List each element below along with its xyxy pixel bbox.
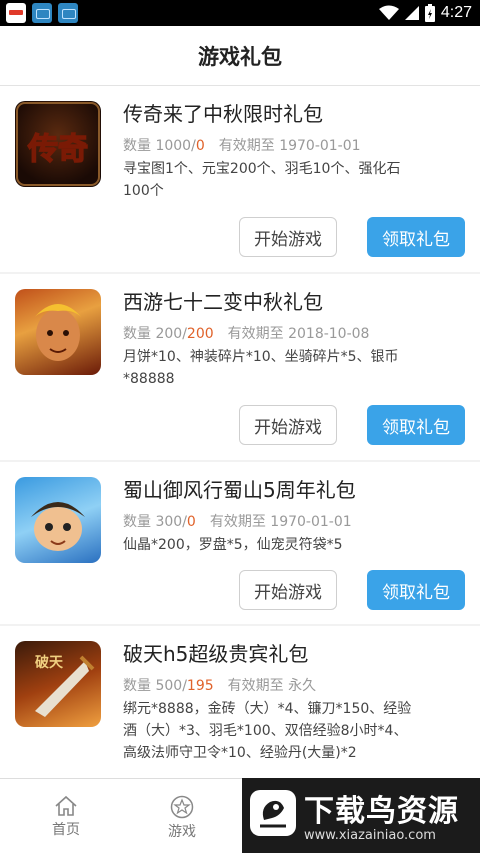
game-icon: 破天 bbox=[15, 641, 101, 727]
claim-gift-button[interactable]: 领取礼包 bbox=[367, 570, 465, 610]
clock: 4:27 bbox=[440, 4, 472, 21]
pack-meta: 数量 500/195 有效期至 永久 bbox=[123, 678, 317, 694]
watermark-logo bbox=[250, 790, 296, 836]
signal-icon bbox=[404, 6, 419, 20]
expiry-label: 有效期至 bbox=[218, 138, 275, 154]
pack-meta: 数量 200/200 有效期至 2018-10-08 bbox=[123, 326, 370, 342]
pack-title: 西游七十二变中秋礼包 bbox=[123, 290, 323, 314]
total-count: 1000 bbox=[155, 138, 192, 154]
battery-icon bbox=[424, 4, 435, 22]
expiry-date: 1970-01-01 bbox=[270, 514, 352, 530]
pack-title: 蜀山御风行蜀山5周年礼包 bbox=[123, 478, 356, 502]
pack-title: 破天h5超级贵宾礼包 bbox=[123, 642, 309, 666]
watermark-overlay: 下载鸟资源 www.xiazainiao.com bbox=[242, 778, 480, 853]
contents-line: 仙晶*200，罗盘*5，仙宠灵符袋*5 bbox=[123, 537, 343, 553]
count-label: 数量 bbox=[123, 138, 151, 154]
claim-gift-button[interactable]: 领取礼包 bbox=[367, 405, 465, 445]
claim-gift-button[interactable]: 领取礼包 bbox=[367, 217, 465, 257]
contents-line: 高级法师守卫令*10、经验丹(大量)*2 bbox=[123, 745, 357, 761]
game-icon bbox=[15, 477, 101, 563]
gift-pack-card: 西游七十二变中秋礼包 数量 200/200 有效期至 2018-10-08 月饼*… bbox=[0, 274, 480, 460]
remaining-count: 195 bbox=[186, 678, 214, 694]
tab-label: 首页 bbox=[52, 822, 80, 838]
game-icon bbox=[15, 289, 101, 375]
gift-pack-card: 传奇 传奇来了中秋限时礼包 数量 1000/0 有效期至 1970-01-01 寻… bbox=[0, 86, 480, 272]
pack-title: 传奇来了中秋限时礼包 bbox=[123, 102, 323, 126]
contents-line: 绑元*8888，金砖（大）*4、镰刀*150、经验 bbox=[123, 701, 412, 717]
pack-meta: 数量 1000/0 有效期至 1970-01-01 bbox=[123, 138, 361, 154]
expiry-date: 永久 bbox=[288, 678, 317, 694]
contents-line: *88888 bbox=[123, 371, 175, 387]
tab-home[interactable]: 首页 bbox=[16, 779, 116, 854]
pack-meta: 数量 300/0 有效期至 1970-01-01 bbox=[123, 514, 352, 530]
start-game-button[interactable]: 开始游戏 bbox=[239, 217, 337, 257]
count-label: 数量 bbox=[123, 326, 151, 342]
remaining-count: 0 bbox=[195, 138, 205, 154]
expiry-label: 有效期至 bbox=[227, 326, 284, 342]
app-notification-icon bbox=[32, 3, 52, 23]
pack-contents: 绑元*8888，金砖（大）*4、镰刀*150、经验 酒（大）*3、羽毛*100、… bbox=[123, 698, 423, 764]
tab-games[interactable]: 游戏 bbox=[132, 779, 232, 854]
tab-label: 游戏 bbox=[168, 824, 196, 840]
watermark-text: 下载鸟资源 bbox=[304, 794, 459, 829]
contents-line: 寻宝图1个、元宝200个、羽毛10个、强化石 bbox=[123, 161, 401, 177]
app-header: 游戏礼包 bbox=[0, 26, 480, 86]
contents-line: 月饼*10、神装碎片*10、坐骑碎片*5、银币 bbox=[123, 349, 399, 365]
contents-line: 100个 bbox=[123, 183, 164, 199]
star-icon bbox=[170, 795, 194, 819]
home-icon bbox=[55, 795, 77, 816]
game-icon: 传奇 bbox=[15, 101, 101, 187]
pack-contents: 寻宝图1个、元宝200个、羽毛10个、强化石 100个 bbox=[123, 158, 423, 202]
remaining-count: 0 bbox=[186, 514, 196, 530]
contents-line: 酒（大）*3、羽毛*100、双倍经验8小时*4、 bbox=[123, 723, 408, 739]
pack-contents: 月饼*10、神装碎片*10、坐骑碎片*5、银币 *88888 bbox=[123, 346, 423, 390]
gift-pack-card: 蜀山御风行蜀山5周年礼包 数量 300/0 有效期至 1970-01-01 仙晶*… bbox=[0, 462, 480, 624]
status-bar: 4:27 bbox=[0, 0, 480, 26]
pack-contents: 仙晶*200，罗盘*5，仙宠灵符袋*5 bbox=[123, 534, 423, 556]
count-label: 数量 bbox=[123, 514, 151, 530]
count-label: 数量 bbox=[123, 678, 151, 694]
game-logo-text: 传奇 bbox=[27, 132, 88, 167]
start-game-button[interactable]: 开始游戏 bbox=[239, 405, 337, 445]
total-count: 500 bbox=[155, 678, 183, 694]
game-logo-text: 破天 bbox=[35, 654, 64, 671]
expiry-label: 有效期至 bbox=[227, 678, 284, 694]
total-count: 200 bbox=[155, 326, 183, 342]
watermark-url: www.xiazainiao.com bbox=[304, 828, 436, 843]
total-count: 300 bbox=[155, 514, 183, 530]
wifi-icon bbox=[378, 5, 399, 20]
remaining-count: 200 bbox=[186, 326, 214, 342]
app-notification-icon bbox=[6, 3, 26, 23]
start-game-button[interactable]: 开始游戏 bbox=[239, 570, 337, 610]
expiry-date: 2018-10-08 bbox=[288, 326, 370, 342]
expiry-date: 1970-01-01 bbox=[279, 138, 361, 154]
page-title: 游戏礼包 bbox=[198, 44, 282, 69]
expiry-label: 有效期至 bbox=[209, 514, 266, 530]
gift-pack-card: 破天 破天h5超级贵宾礼包 数量 500/195 有效期至 永久 绑元*8888，… bbox=[0, 626, 480, 778]
app-notification-icon bbox=[58, 3, 78, 23]
